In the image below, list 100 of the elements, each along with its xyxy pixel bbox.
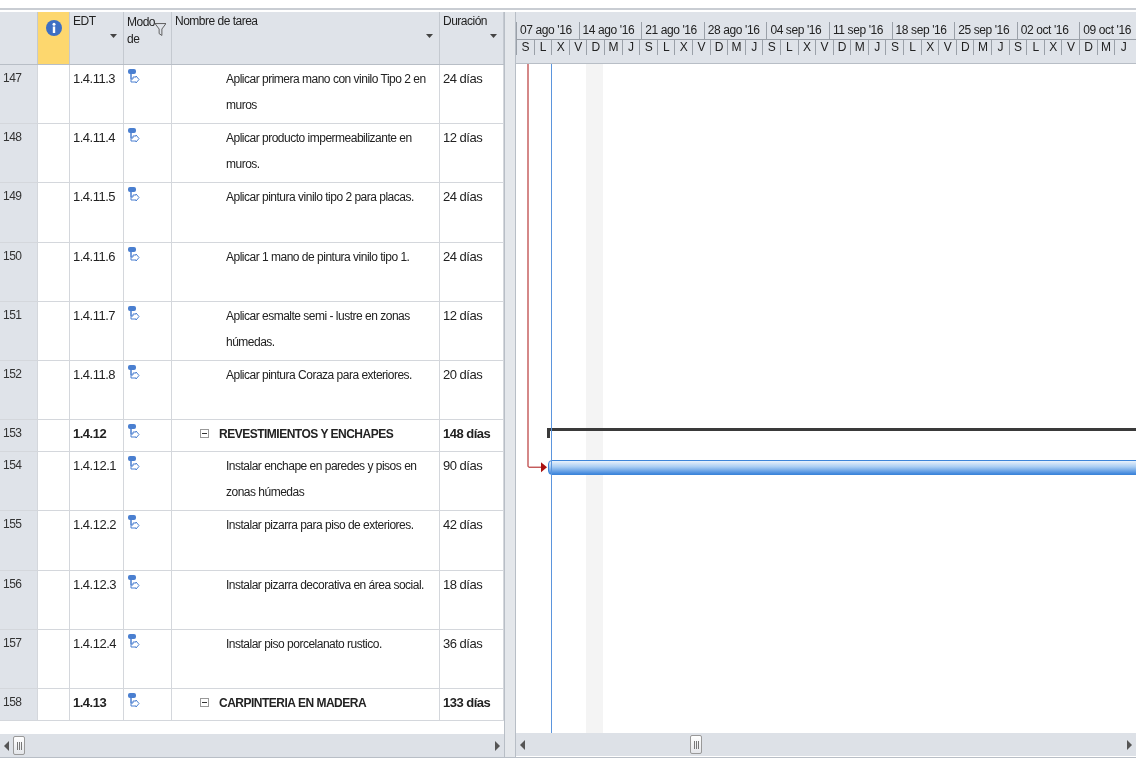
task-name: Instalar pizarra para piso de exteriores. — [225, 517, 414, 535]
day-label: V — [568, 40, 587, 55]
empty-cell — [38, 360, 70, 421]
task-mode-icon — [127, 633, 140, 649]
info-column-header[interactable] — [38, 12, 70, 64]
task-name: Aplicar esmalte semi - lustre en zonas húmedas. — [225, 307, 411, 351]
row-number: 158 — [0, 688, 38, 721]
task-name: CARPINTERIA EN MADERA — [219, 694, 367, 712]
column-header[interactable]: EDT — [73, 14, 96, 28]
table-cell: 1.4.12.2 — [70, 511, 124, 571]
row-number: 151 — [0, 301, 38, 361]
row-number: 156 — [0, 570, 38, 630]
day-label: J — [991, 40, 1009, 55]
empty-cell — [38, 688, 70, 721]
week-label: 18 sep '16 — [891, 22, 955, 39]
task-mode-icon — [127, 128, 140, 144]
scroll-left-icon[interactable] — [4, 740, 9, 751]
day-label: X — [1043, 40, 1062, 55]
day-label: L — [779, 40, 798, 55]
info-icon — [46, 20, 62, 36]
task-mode-icon — [127, 69, 140, 84]
row-number: 147 — [0, 65, 38, 125]
day-label: M — [1096, 40, 1115, 55]
column-header[interactable]: Duración — [443, 14, 488, 28]
week-label: 09 oct '16 — [1079, 22, 1136, 39]
table-cell: 1.4.11.8 — [70, 360, 124, 421]
day-label: X — [551, 40, 569, 55]
day-label: L — [656, 40, 675, 55]
table-cell: 1.4.13 — [70, 688, 124, 721]
scrollbar-thumb[interactable] — [13, 736, 25, 755]
day-label: S — [1008, 40, 1027, 55]
day-label: M — [850, 40, 868, 55]
summary-bar[interactable] — [547, 428, 1136, 439]
week-label: 04 sep '16 — [766, 22, 829, 39]
row-number: 148 — [0, 124, 38, 184]
day-label: S — [516, 40, 534, 55]
day-label: X — [797, 40, 816, 55]
row-number: 150 — [0, 242, 38, 302]
scroll-right-icon[interactable] — [495, 740, 500, 751]
task-name: Instalar pizarra decorativa en área social. — [225, 576, 424, 594]
collapse-icon[interactable] — [200, 429, 209, 439]
day-label: S — [762, 40, 780, 55]
day-label: D — [832, 40, 851, 55]
task-mode-icon — [127, 456, 140, 472]
row-number: 155 — [0, 511, 38, 571]
day-label: J — [744, 40, 763, 55]
table-cell: 1.4.12.4 — [70, 629, 124, 689]
task-name: REVESTIMIENTOS Y ENCHAPES — [219, 426, 394, 444]
task-name: Aplicar primera mano con vinilo Tipo 2 en muros — [225, 71, 427, 114]
day-label: D — [709, 40, 728, 55]
day-label: M — [727, 40, 745, 55]
week-label: 28 ago '16 — [703, 22, 767, 39]
day-label: J — [867, 40, 886, 55]
scrollbar-thumb[interactable] — [690, 735, 702, 754]
task-mode-icon — [127, 515, 140, 531]
day-label: M — [603, 40, 622, 55]
day-label: X — [920, 40, 939, 55]
column-header[interactable]: Modo de — [127, 14, 155, 48]
task-mode-icon — [127, 187, 140, 203]
task-bar[interactable] — [548, 460, 1136, 476]
scroll-right-icon[interactable] — [1127, 739, 1132, 750]
task-name: Aplicar producto impermeabilizante en muros. — [225, 130, 413, 174]
day-label: J — [621, 40, 640, 55]
day-label: M — [973, 40, 992, 55]
empty-cell — [38, 452, 70, 512]
day-label: J — [1114, 40, 1132, 55]
dropdown-icon[interactable] — [490, 34, 497, 38]
task-mode-icon — [127, 305, 140, 321]
day-label: V — [1061, 40, 1079, 55]
day-label: V — [691, 40, 710, 55]
scroll-left-icon[interactable] — [520, 739, 525, 750]
week-label: 11 sep '16 — [828, 22, 892, 39]
dropdown-icon[interactable] — [426, 34, 433, 38]
week-label: 21 ago '16 — [641, 22, 704, 39]
table-cell: 1.4.11.3 — [70, 65, 124, 125]
day-label: L — [533, 40, 552, 55]
empty-cell — [38, 242, 70, 302]
day-label: L — [903, 40, 921, 55]
column-header[interactable]: Nombre de tarea — [175, 14, 258, 28]
empty-cell — [38, 511, 70, 571]
task-mode-icon — [127, 246, 140, 262]
table-cell: 1.4.12.3 — [70, 570, 124, 630]
task-mode-icon — [127, 364, 140, 380]
day-label: D — [955, 40, 974, 55]
day-label: V — [815, 40, 833, 55]
task-name: Aplicar pintura vinilo tipo 2 para placas. — [225, 189, 414, 207]
filter-icon — [155, 22, 166, 37]
empty-cell — [38, 420, 70, 453]
row-number: 157 — [0, 629, 38, 689]
day-label: S — [639, 40, 657, 55]
week-label: 14 ago '16 — [578, 22, 642, 39]
row-number: 153 — [0, 420, 38, 453]
row-number: 152 — [0, 360, 38, 421]
row-number: 149 — [0, 183, 38, 243]
table-cell: 1.4.11.7 — [70, 301, 124, 361]
day-label: D — [1079, 40, 1097, 55]
day-label: X — [674, 40, 692, 55]
empty-cell — [38, 124, 70, 184]
collapse-icon[interactable] — [200, 697, 209, 707]
dropdown-icon[interactable] — [110, 34, 117, 38]
